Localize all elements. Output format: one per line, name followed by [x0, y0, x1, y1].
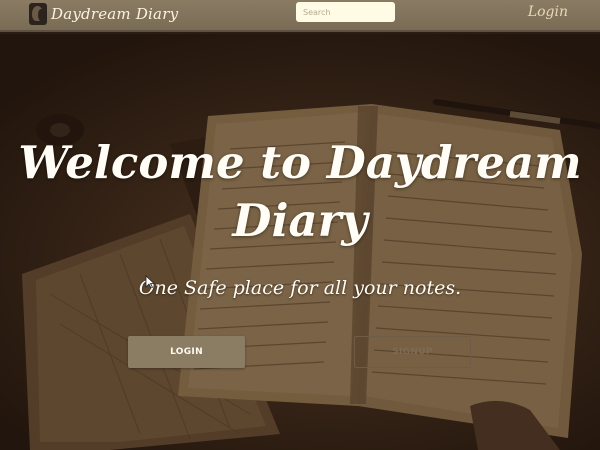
brand-link[interactable]: Daydream Diary: [29, 2, 178, 26]
navbar: Daydream Diary Login: [0, 0, 600, 32]
search-input[interactable]: [296, 2, 395, 22]
signup-button[interactable]: SIGNUP: [354, 336, 471, 368]
login-button[interactable]: LOGIN: [128, 336, 245, 368]
hero-section: Welcome to Daydream Diary One Safe place…: [0, 34, 600, 450]
brand-logo-icon: [29, 3, 47, 25]
nav-login-link[interactable]: Login: [528, 4, 568, 20]
mouse-pointer-icon: [145, 275, 155, 289]
hero-subtitle: One Safe place for all your notes.: [138, 277, 462, 299]
brand-name: Daydream Diary: [51, 5, 179, 23]
hero-title: Welcome to Daydream Diary: [18, 136, 582, 247]
